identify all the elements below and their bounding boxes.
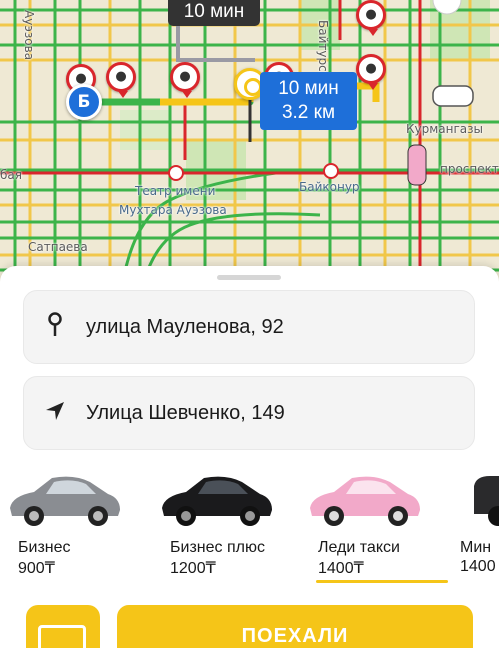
destination-marker[interactable]: Б [66,84,102,120]
destination-address-field[interactable]: Улица Шевченко, 149 [23,376,475,450]
street-label: проспект [440,162,499,176]
poi-label: Театр имени [135,184,216,198]
poi-label: Мухтара Ауэзова [119,203,227,217]
order-button[interactable]: ПОЕХАЛИ [117,605,473,648]
tariff-list: Бизнес 900₸ Бизнес плюс 1200₸ Леди такси… [0,466,499,583]
street-label: Курмангазы [406,122,484,136]
route-time: 10 мин [278,78,339,99]
poi-label: Байконур [299,180,360,194]
route-distance: 3.2 км [281,102,336,123]
tariff-card-minivan[interactable]: Мин 1400 [446,466,499,574]
selected-tariff-indicator [316,580,448,583]
street-grid [0,0,499,300]
speed-camera-icon: ● [356,54,386,90]
car-image [474,476,499,526]
pickup-address-text: улица Мауленова, 92 [86,315,284,338]
destination-address-text: Улица Шевченко, 149 [86,401,285,424]
tariff-name: Бизнес плюс [170,539,265,556]
pickup-address-field[interactable]: улица Мауленова, 92 [23,290,475,364]
order-sheet: улица Мауленова, 92 Улица Шевченко, 149 … [0,266,499,648]
eta-badge: 10 мин [168,0,260,26]
payment-method-button[interactable] [26,605,100,648]
tariff-price: 1400₸ [318,560,364,577]
navigation-arrow-icon [24,400,86,427]
tariff-price: 1400 [460,558,496,574]
tariff-card-business[interactable]: Бизнес 900₸ [4,466,144,577]
map-view[interactable]: Ауэзова Байтурсынов Курмангазы проспект … [0,0,499,300]
car-image [310,476,420,526]
car-image [10,476,120,526]
location-pin-icon [24,311,86,343]
route-info-bubble: 10 мин 3.2 км [260,72,357,130]
speed-camera-icon: ● [170,62,200,98]
street-label: бая [0,168,22,182]
credit-card-icon [38,625,86,648]
tariff-name: Бизнес [18,539,71,556]
street-label: Сатпаева [28,240,88,254]
speed-camera-icon: ● [106,62,136,98]
tariff-price: 1200₸ [170,560,216,577]
speed-camera-icon: ● [356,0,386,36]
tariff-name: Мин [460,539,492,556]
street-label: Ауэзова [22,10,36,61]
tariff-card-lady-taxi[interactable]: Леди такси 1400₸ [304,466,448,583]
tariff-name: Леди такси [318,539,400,556]
tariff-price: 900₸ [18,560,55,577]
tariff-card-business-plus[interactable]: Бизнес плюс 1200₸ [156,466,296,577]
sheet-handle[interactable] [217,275,281,280]
car-image [162,476,272,526]
